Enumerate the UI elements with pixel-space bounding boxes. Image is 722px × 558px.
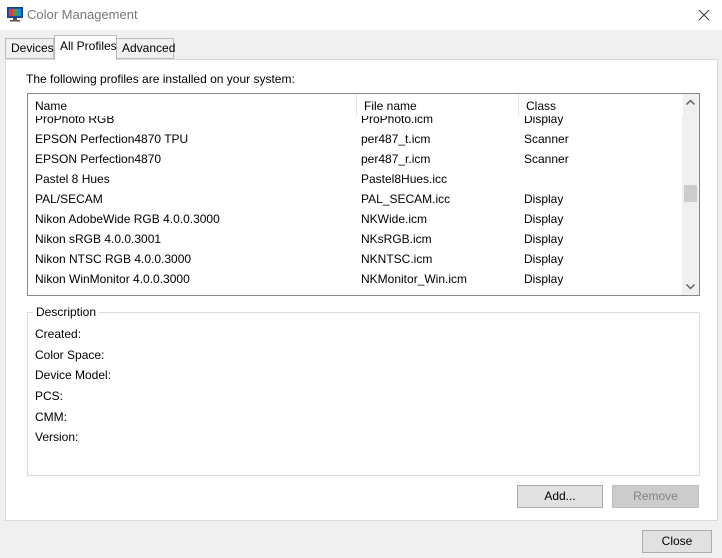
profile-file-name: PAL_SECAM.icc (361, 192, 451, 206)
description-legend: Description (33, 305, 100, 319)
scrollbar-thumb[interactable] (684, 185, 697, 202)
list-item[interactable]: ProPhoto RGB ProPhoto.icm Display (28, 116, 683, 129)
profile-class: Display (524, 232, 564, 246)
profile-name: PAL/SECAM (35, 192, 103, 206)
window-title: Color Management (27, 7, 138, 22)
profile-class: Display (524, 212, 564, 226)
column-header-name[interactable]: Name (28, 94, 356, 116)
tab-advanced[interactable]: Advanced (116, 38, 175, 59)
all-profiles-panel: The following profiles are installed on … (5, 59, 718, 521)
profile-file-name: NKWide.icm (361, 212, 428, 226)
profile-file-name: NKMonitor_Win.icm (361, 272, 468, 286)
profile-file-name: NKNTSC.icm (361, 252, 433, 266)
profiles-list-body: ProPhoto RGB ProPhoto.icm Display EPSON … (28, 116, 683, 295)
profiles-list-scrollbar[interactable] (682, 94, 699, 295)
profile-file-name: NKsRGB.icm (361, 232, 432, 246)
list-item[interactable]: Pastel 8 Hues Pastel8Hues.icc (28, 169, 683, 189)
color-management-window: Color Management Devices All Profiles Ad… (0, 0, 722, 558)
version-label: Version: (35, 430, 79, 444)
profile-name: ProPhoto RGB (35, 116, 115, 126)
profiles-list[interactable]: Name File name Class ProPhoto RGB ProPho… (27, 93, 700, 296)
profile-class: Scanner (524, 132, 569, 146)
title-bar: Color Management (0, 0, 722, 30)
profile-file-name: per487_r.icm (361, 152, 431, 166)
tab-devices[interactable]: Devices (5, 38, 54, 59)
profile-name: Pastel 8 Hues (35, 172, 110, 186)
cmm-label: CMM: (35, 410, 67, 424)
tab-all-profiles[interactable]: All Profiles (54, 35, 117, 60)
list-item[interactable]: Nikon AdobeWide RGB 4.0.0.3000 NKWide.ic… (28, 209, 683, 229)
profile-file-name: Pastel8Hues.icc (361, 172, 448, 186)
profile-class: Display (524, 272, 564, 286)
profile-class: Scanner (524, 152, 569, 166)
color-space-label: Color Space: (35, 348, 105, 362)
list-item[interactable]: PAL/SECAM PAL_SECAM.icc Display (28, 189, 683, 209)
list-item[interactable]: Nikon sRGB 4.0.0.3001 NKsRGB.icm Display (28, 229, 683, 249)
close-icon[interactable] (691, 2, 717, 28)
profile-name: Nikon NTSC RGB 4.0.0.3000 (35, 252, 192, 266)
profile-file-name: ProPhoto.icm (361, 116, 434, 126)
profile-class: Display (524, 116, 564, 126)
created-label: Created: (35, 327, 82, 341)
profile-name: Nikon AdobeWide RGB 4.0.0.3000 (35, 212, 220, 226)
column-header-file-name[interactable]: File name (356, 94, 518, 116)
profiles-intro-text: The following profiles are installed on … (26, 72, 295, 86)
list-item[interactable]: Nikon WinMonitor 4.0.0.3000 NKMonitor_Wi… (28, 269, 683, 289)
list-item[interactable]: Nikon NTSC RGB 4.0.0.3000 NKNTSC.icm Dis… (28, 249, 683, 269)
profiles-rows: ProPhoto RGB ProPhoto.icm Display EPSON … (28, 116, 683, 289)
close-button[interactable]: Close (642, 530, 712, 553)
profile-name: EPSON Perfection4870 TPU (35, 132, 189, 146)
remove-profile-button[interactable]: Remove (612, 485, 699, 508)
color-management-monitor-icon (7, 7, 23, 22)
description-group: Description Created: Color Space: Device… (27, 305, 700, 476)
pcs-label: PCS: (35, 389, 64, 403)
profile-name: Nikon sRGB 4.0.0.3001 (35, 232, 162, 246)
add-profile-button[interactable]: Add... (517, 485, 603, 508)
chevron-up-icon[interactable] (682, 94, 699, 111)
profile-name: Nikon WinMonitor 4.0.0.3000 (35, 272, 190, 286)
list-item[interactable]: EPSON Perfection4870 per487_r.icm Scanne… (28, 149, 683, 169)
profile-name: EPSON Perfection4870 (35, 152, 162, 166)
profiles-list-header: Name File name Class (28, 94, 683, 116)
profile-file-name: per487_t.icm (361, 132, 431, 146)
profile-class: Display (524, 192, 564, 206)
column-header-class[interactable]: Class (518, 94, 683, 116)
device-model-label: Device Model: (35, 368, 112, 382)
chevron-down-icon[interactable] (682, 278, 699, 295)
profile-class: Display (524, 252, 564, 266)
list-item[interactable]: EPSON Perfection4870 TPU per487_t.icm Sc… (28, 129, 683, 149)
